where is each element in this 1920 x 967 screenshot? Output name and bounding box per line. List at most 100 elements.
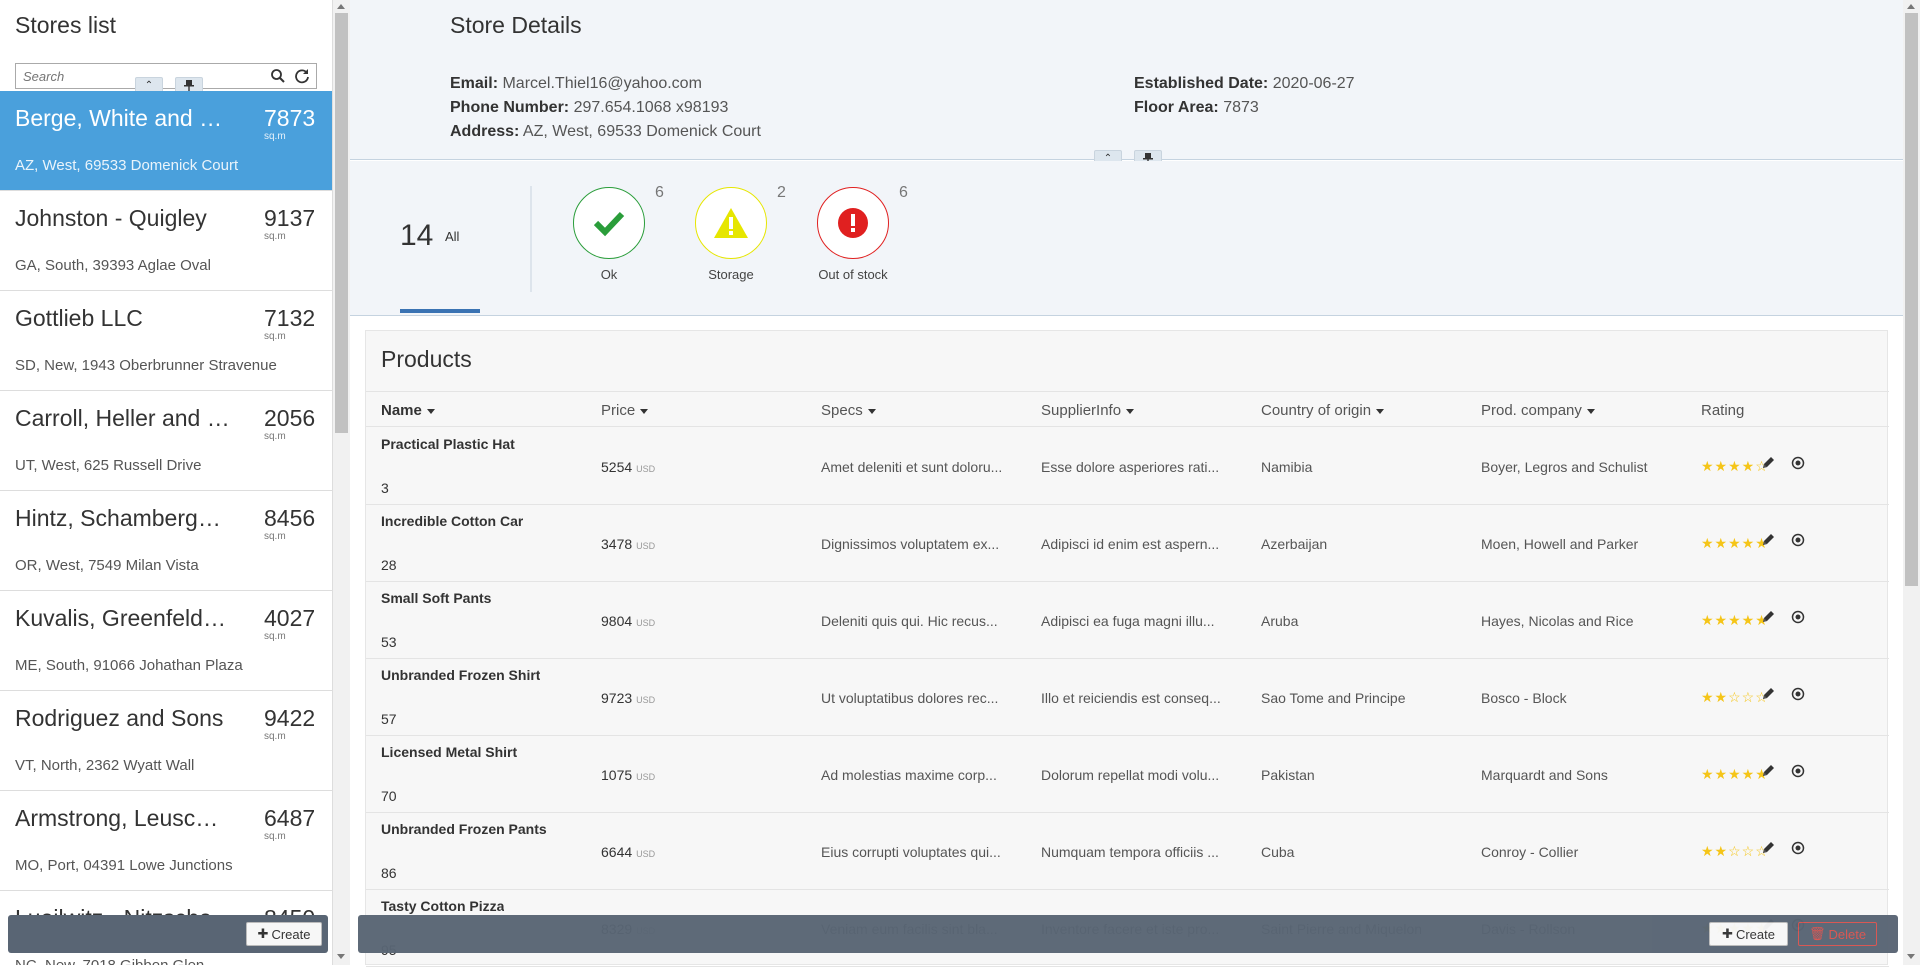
store-list-item[interactable]: Berge, White and Sons 7873 sq.m AZ, West, 6… bbox=[0, 91, 332, 191]
checkmark-icon bbox=[593, 211, 625, 237]
product-price: 5254 USD bbox=[601, 459, 655, 475]
filter-storage[interactable]: 2 Storage bbox=[675, 184, 795, 297]
col-supplier-label: SupplierInfo bbox=[1041, 402, 1122, 419]
table-row[interactable]: Licensed Metal Shirt 70 1075 USD Ad molestia… bbox=[366, 736, 1889, 813]
store-name: Johnston - Quigley bbox=[15, 205, 207, 231]
storage-label: Storage bbox=[708, 267, 754, 282]
store-name: Armstrong, Leuschke and Sons bbox=[15, 805, 230, 831]
product-price: 9804 USD bbox=[601, 613, 655, 629]
store-list-item[interactable]: Armstrong, Leuschke and Sons 6487sq.m MO, … bbox=[0, 791, 332, 891]
edit-pencil-icon[interactable] bbox=[1761, 456, 1775, 470]
store-area-unit: sq.m bbox=[264, 431, 286, 442]
store-list-item[interactable]: Hintz, Schamberger and Sons 8456sq.m OR, W… bbox=[0, 491, 332, 591]
product-quantity: 57 bbox=[381, 711, 397, 727]
table-row[interactable]: Unbranded Frozen Pants 86 6644 USD Eius corr… bbox=[366, 813, 1889, 890]
delete-label: Delete bbox=[1828, 926, 1867, 942]
delete-button[interactable]: 🗑 Delete bbox=[1798, 922, 1877, 946]
store-area: 9137 bbox=[264, 205, 316, 231]
store-name: Gottlieb LLC bbox=[15, 305, 143, 331]
store-address: MO, Port, 04391 Lowe Junctions bbox=[15, 857, 233, 874]
table-row[interactable]: Practical Plastic Hat 3 5254 USD Amet deleni… bbox=[366, 428, 1889, 505]
product-name: Incredible Cotton Car bbox=[381, 513, 524, 529]
delete-circle-icon[interactable] bbox=[1791, 764, 1805, 778]
product-country: Cuba bbox=[1261, 844, 1295, 860]
product-supplier: Adipisci id enim est aspern... bbox=[1041, 536, 1220, 552]
store-address: UT, West, 625 Russell Drive bbox=[15, 457, 202, 474]
product-rating: ★★★★☆ bbox=[1701, 458, 1769, 474]
product-name: Tasty Cotton Pizza bbox=[381, 898, 505, 914]
product-name: Licensed Metal Shirt bbox=[381, 744, 518, 760]
filter-out-of-stock[interactable]: 6 Out of stock bbox=[797, 184, 917, 297]
active-filter-indicator bbox=[400, 309, 480, 313]
sidebar-scroll-thumb[interactable] bbox=[335, 13, 348, 433]
products-panel: Products Name Price Specs SupplierInfo C… bbox=[365, 330, 1889, 967]
price-value: 9804 bbox=[601, 613, 633, 629]
refresh-icon[interactable] bbox=[294, 68, 310, 84]
create-store-button[interactable]: ✚ Create bbox=[246, 922, 322, 946]
error-icon bbox=[838, 208, 868, 238]
product-name: Unbranded Frozen Shirt bbox=[381, 667, 541, 683]
store-list-item[interactable]: Rodriguez and Sons 9422 sq.m VT, North, 236… bbox=[0, 691, 332, 791]
product-specs: Eius corrupti voluptates qui... bbox=[821, 844, 1001, 860]
col-price-header[interactable]: Price bbox=[601, 402, 649, 419]
product-quantity: 70 bbox=[381, 788, 397, 804]
store-address: GA, South, 39393 Aglae Oval bbox=[15, 257, 211, 274]
delete-circle-icon[interactable] bbox=[1791, 687, 1805, 701]
delete-circle-icon[interactable] bbox=[1791, 841, 1805, 855]
delete-circle-icon[interactable] bbox=[1791, 456, 1805, 470]
delete-circle-icon[interactable] bbox=[1791, 533, 1805, 547]
store-area-unit: sq.m bbox=[264, 731, 286, 742]
create-product-button[interactable]: ✚ Create bbox=[1709, 922, 1788, 946]
table-row[interactable]: Unbranded Frozen Shirt 57 9723 USD Ut volupt… bbox=[366, 659, 1889, 736]
store-list-item[interactable]: Gottlieb LLC 7132 sq.m SD, New, 1943 Oberbr… bbox=[0, 291, 332, 391]
col-specs-label: Specs bbox=[821, 402, 863, 419]
product-name: Practical Plastic Hat bbox=[381, 436, 515, 452]
edit-pencil-icon[interactable] bbox=[1761, 610, 1775, 624]
pin-icon bbox=[184, 79, 194, 91]
all-label: All bbox=[445, 229, 460, 244]
page-scroll-thumb[interactable] bbox=[1905, 13, 1918, 586]
col-company-header[interactable]: Prod. company bbox=[1481, 402, 1595, 419]
product-company: Boyer, Legros and Schulist bbox=[1481, 459, 1648, 475]
address-label: Address: bbox=[450, 123, 520, 140]
products-table-header: Name Price Specs SupplierInfo Country of… bbox=[366, 391, 1889, 427]
store-address: SD, New, 1943 Oberbrunner Stravenue bbox=[15, 357, 277, 374]
edit-pencil-icon[interactable] bbox=[1761, 764, 1775, 778]
product-specs: Amet deleniti et sunt doloru... bbox=[821, 459, 1003, 475]
store-list-item[interactable]: Carroll, Heller and Sons 2056sq.m UT, West… bbox=[0, 391, 332, 491]
product-specs: Dignissimos voluptatem ex... bbox=[821, 536, 1000, 552]
table-row[interactable]: Small Soft Pants 53 9804 USD Deleniti quis q… bbox=[366, 582, 1889, 659]
main-panel: Store Details Email: Marcel.Thiel16@yaho… bbox=[350, 0, 1903, 967]
table-row[interactable]: Incredible Cotton Car 28 3478 USD Dignissimo… bbox=[366, 505, 1889, 582]
floor-label: Floor Area: bbox=[1134, 99, 1219, 116]
product-company: Marquardt and Sons bbox=[1481, 767, 1608, 783]
established-label: Established Date: bbox=[1134, 75, 1269, 92]
col-country-header[interactable]: Country of origin bbox=[1261, 402, 1385, 419]
col-specs-header[interactable]: Specs bbox=[821, 402, 876, 419]
col-supplier-header[interactable]: SupplierInfo bbox=[1041, 402, 1135, 419]
edit-pencil-icon[interactable] bbox=[1761, 841, 1775, 855]
store-area-unit: sq.m bbox=[264, 531, 286, 542]
scroll-down-arrow-icon[interactable] bbox=[1907, 954, 1915, 959]
store-list-item[interactable]: Kuvalis, Greenfelder and Sons 4027sq.m ME,… bbox=[0, 591, 332, 691]
scroll-up-arrow-icon[interactable] bbox=[1907, 4, 1915, 9]
search-icon[interactable] bbox=[270, 68, 286, 84]
sidebar-scrollbar[interactable] bbox=[333, 0, 350, 965]
scroll-down-arrow-icon[interactable] bbox=[337, 954, 345, 959]
edit-pencil-icon[interactable] bbox=[1761, 533, 1775, 547]
product-quantity: 86 bbox=[381, 865, 397, 881]
product-name: Unbranded Frozen Pants bbox=[381, 821, 547, 837]
out-label: Out of stock bbox=[818, 267, 888, 282]
store-area: 6487 bbox=[264, 805, 316, 831]
filter-ok[interactable]: 6 Ok bbox=[553, 184, 673, 297]
store-list-item[interactable]: Johnston - Quigley 9137 sq.m GA, South, 393… bbox=[0, 191, 332, 291]
delete-circle-icon[interactable] bbox=[1791, 610, 1805, 624]
col-name-label: Name bbox=[381, 402, 422, 419]
page-scrollbar[interactable] bbox=[1903, 0, 1920, 965]
product-quantity: 3 bbox=[381, 480, 389, 496]
address-line: Address: AZ, West, 69533 Domenick Court bbox=[450, 120, 761, 144]
store-address: NC, New, 7018 Gibbon Glen bbox=[15, 957, 204, 965]
edit-pencil-icon[interactable] bbox=[1761, 687, 1775, 701]
scroll-up-arrow-icon[interactable] bbox=[337, 4, 345, 9]
col-name-header[interactable]: Name bbox=[381, 402, 435, 419]
